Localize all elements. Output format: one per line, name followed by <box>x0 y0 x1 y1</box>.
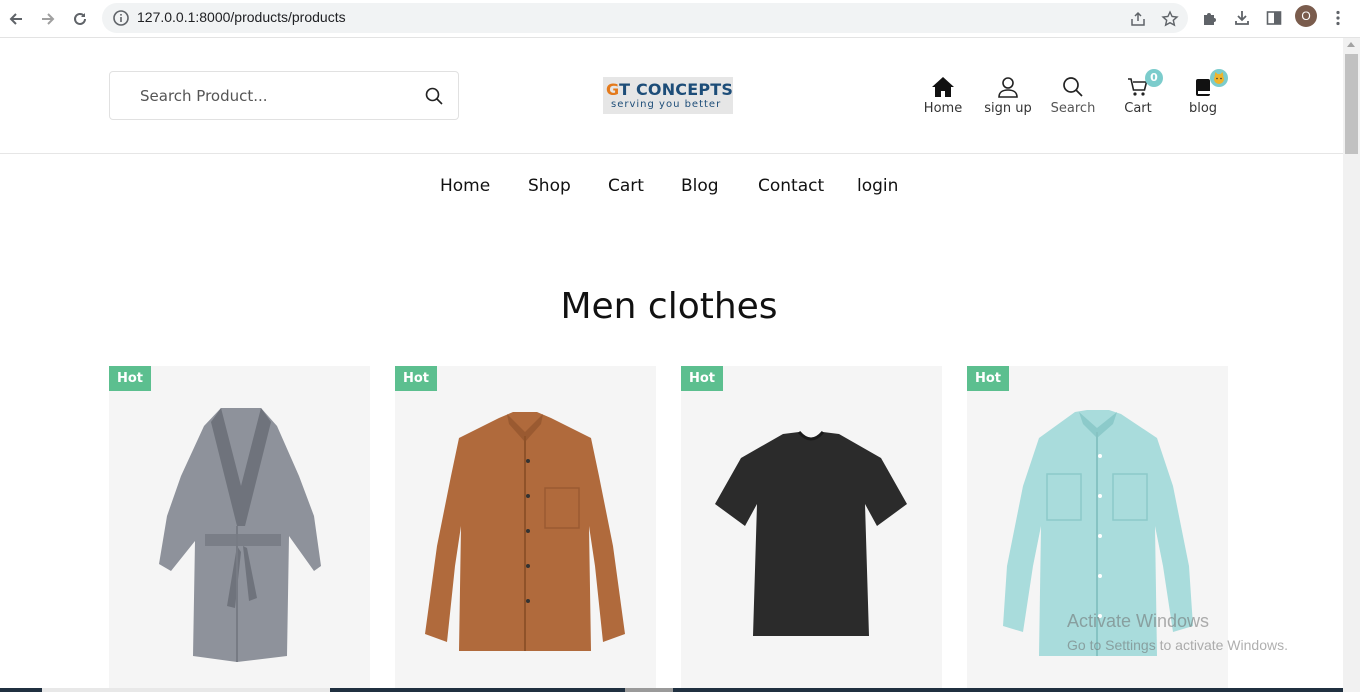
site-logo[interactable]: GT CONCEPTS serving you better <box>603 77 733 114</box>
nav-shop[interactable]: Shop <box>528 176 571 196</box>
scroll-up-arrow-icon[interactable] <box>1347 42 1355 47</box>
activate-windows-subtitle: Go to Settings to activate Windows. <box>1067 637 1288 653</box>
cart-count-badge: 0 <box>1145 69 1163 87</box>
puzzle-icon <box>1204 13 1216 25</box>
back-arrow-icon <box>9 13 22 25</box>
bookmark-button[interactable] <box>1159 8 1181 30</box>
bottom-strip-segment <box>625 688 673 692</box>
header-signup-link[interactable]: sign up <box>978 72 1038 120</box>
section-title: Men clothes <box>560 286 778 327</box>
product-search-input[interactable] <box>111 73 401 118</box>
header-search-link[interactable]: Search <box>1043 72 1103 120</box>
kebab-menu-icon <box>1336 10 1340 26</box>
header-divider <box>0 153 1343 154</box>
url-text[interactable]: 127.0.0.1:8000/products/products <box>137 9 346 25</box>
user-icon <box>998 77 1018 98</box>
side-panel-button[interactable] <box>1262 6 1286 30</box>
product-search-box <box>109 71 459 120</box>
hot-badge: Hot <box>109 366 151 391</box>
activate-windows-title: Activate Windows <box>1067 611 1210 631</box>
reload-button[interactable] <box>67 6 93 32</box>
header-blog-link[interactable]: blog <box>1173 69 1233 120</box>
search-icon[interactable] <box>424 86 444 106</box>
site-info-icon[interactable] <box>112 9 130 27</box>
bathrobe-image[interactable] <box>109 366 370 692</box>
browser-toolbar: 127.0.0.1:8000/products/products O <box>0 0 1360 38</box>
nav-login[interactable]: login <box>857 176 898 196</box>
share-button[interactable] <box>1127 8 1149 30</box>
nav-cart[interactable]: Cart <box>608 176 644 196</box>
header-blog-label: blog <box>1188 101 1218 116</box>
extensions-button[interactable] <box>1198 6 1222 30</box>
forward-arrow-icon <box>42 13 55 25</box>
browser-menu-button[interactable] <box>1326 6 1350 30</box>
profile-avatar[interactable]: O <box>1295 5 1317 27</box>
main-nav: Home Shop Cart Blog Contact login <box>0 176 1343 200</box>
logo-tagline: serving you better <box>611 99 722 110</box>
nav-blog[interactable]: Blog <box>681 176 719 196</box>
forward-button[interactable] <box>35 6 61 32</box>
cat-face-icon <box>1214 72 1224 84</box>
product-card[interactable]: Hot <box>395 366 656 692</box>
address-bar[interactable]: 127.0.0.1:8000/products/products <box>102 3 1188 33</box>
nav-contact[interactable]: Contact <box>758 176 824 196</box>
side-panel-icon <box>1266 11 1282 25</box>
nav-home[interactable]: Home <box>440 176 490 196</box>
back-button[interactable] <box>3 6 29 32</box>
header-signup-label: sign up <box>984 101 1032 116</box>
header-cart-label: Cart <box>1124 101 1152 116</box>
header-home-label: Home <box>923 101 963 116</box>
bottom-strip <box>0 688 1343 692</box>
downloads-button[interactable] <box>1230 6 1254 30</box>
hot-badge: Hot <box>967 366 1009 391</box>
share-icon <box>1131 11 1145 26</box>
star-icon <box>1161 10 1179 27</box>
logo-text: GT CONCEPTS <box>606 80 734 99</box>
bottom-strip-segment <box>42 688 330 692</box>
scroll-thumb[interactable] <box>1345 54 1358 154</box>
brown-shirt-image[interactable] <box>395 366 656 692</box>
header-cart-link[interactable]: 0 Cart <box>1108 69 1168 120</box>
page-scrollbar[interactable] <box>1343 38 1360 692</box>
download-icon <box>1235 11 1249 25</box>
hot-badge: Hot <box>681 366 723 391</box>
header-search-label: Search <box>1050 101 1096 116</box>
search-icon <box>1063 77 1083 97</box>
blog-emoji-badge <box>1210 69 1228 87</box>
header-home-link[interactable]: Home <box>913 72 973 120</box>
product-card[interactable]: Hot <box>109 366 370 692</box>
black-tshirt-image[interactable] <box>681 366 942 692</box>
reload-icon <box>74 12 86 25</box>
product-card[interactable]: Hot <box>681 366 942 692</box>
home-icon <box>932 77 954 97</box>
hot-badge: Hot <box>395 366 437 391</box>
